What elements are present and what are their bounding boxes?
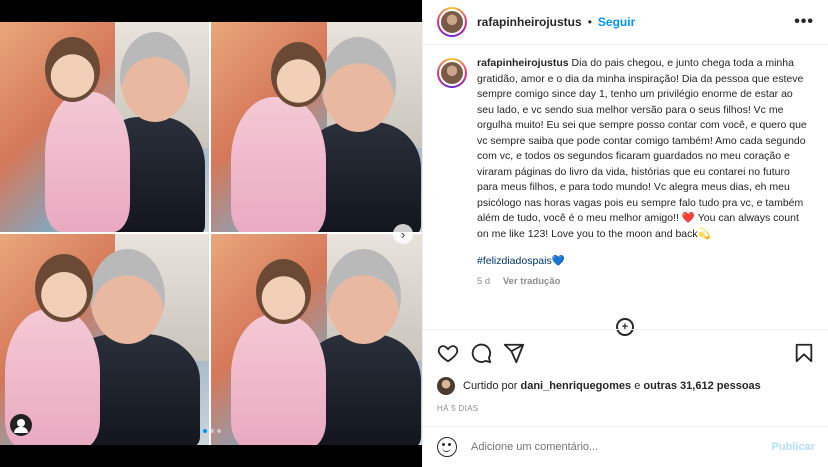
user-tag-icon[interactable] xyxy=(10,414,32,436)
post-panel: rafapinheirojustus • Seguir ••• rafapinh… xyxy=(422,0,828,467)
caption-body: rafapinheirojustus Dia do pais chegou, e… xyxy=(477,56,807,304)
caption-username[interactable]: rafapinheirojustus xyxy=(477,57,569,69)
carousel-dot xyxy=(217,429,221,433)
collage-photo-2 xyxy=(211,22,422,232)
liked-prefix: Curtido por xyxy=(463,380,518,392)
more-icon[interactable]: ••• xyxy=(794,13,814,31)
liked-others-link[interactable]: outras 31,612 pessoas xyxy=(643,380,760,392)
caption-avatar[interactable] xyxy=(437,58,467,88)
liked-by: Curtido por dani_henriquegomes e outras … xyxy=(437,377,761,395)
comment-input[interactable] xyxy=(471,441,731,453)
hashtag-link[interactable]: #felizdiadospais💙 xyxy=(477,254,807,270)
next-photo-button[interactable]: › xyxy=(393,224,413,244)
translate-button[interactable]: Ver tradução xyxy=(503,276,561,287)
carousel-dot xyxy=(203,429,207,433)
bookmark-icon[interactable] xyxy=(793,342,815,364)
collage-photo-1 xyxy=(0,22,209,232)
liker-avatar[interactable] xyxy=(437,377,455,395)
liked-user-link[interactable]: dani_henriquegomes xyxy=(520,380,631,392)
collage-photo-3 xyxy=(0,234,209,445)
carousel-dots xyxy=(203,429,221,433)
post-media[interactable]: › xyxy=(0,0,422,467)
action-bar xyxy=(423,329,828,375)
username-link[interactable]: rafapinheirojustus xyxy=(477,15,582,29)
caption-text: Dia do pais chegou, e junto chega toda a… xyxy=(477,57,807,224)
caption: rafapinheirojustus Dia do pais chegou, e… xyxy=(423,56,828,304)
avatar[interactable] xyxy=(437,7,467,37)
collage-photo-4 xyxy=(211,234,422,445)
post-age: 5 d xyxy=(477,275,491,287)
share-icon[interactable] xyxy=(503,342,525,364)
follow-button[interactable]: Seguir xyxy=(598,15,635,29)
separator-dot: • xyxy=(587,15,592,29)
publish-button[interactable]: Publicar xyxy=(772,441,815,453)
caption-meta: 5 d Ver tradução xyxy=(477,274,807,290)
emoji-icon[interactable] xyxy=(437,437,457,457)
chevron-right-icon: › xyxy=(400,226,406,242)
comment-icon[interactable] xyxy=(470,342,492,364)
heart-emoji: ❤️ xyxy=(681,212,695,224)
liked-and: e xyxy=(634,380,641,392)
comment-bar: Publicar xyxy=(423,426,828,467)
photo-collage xyxy=(0,22,422,445)
carousel-dot xyxy=(210,429,214,433)
post-header: rafapinheirojustus • Seguir ••• xyxy=(423,0,828,45)
post-timestamp[interactable]: HÁ 5 DIAS xyxy=(437,404,478,413)
heart-icon[interactable] xyxy=(437,342,459,364)
